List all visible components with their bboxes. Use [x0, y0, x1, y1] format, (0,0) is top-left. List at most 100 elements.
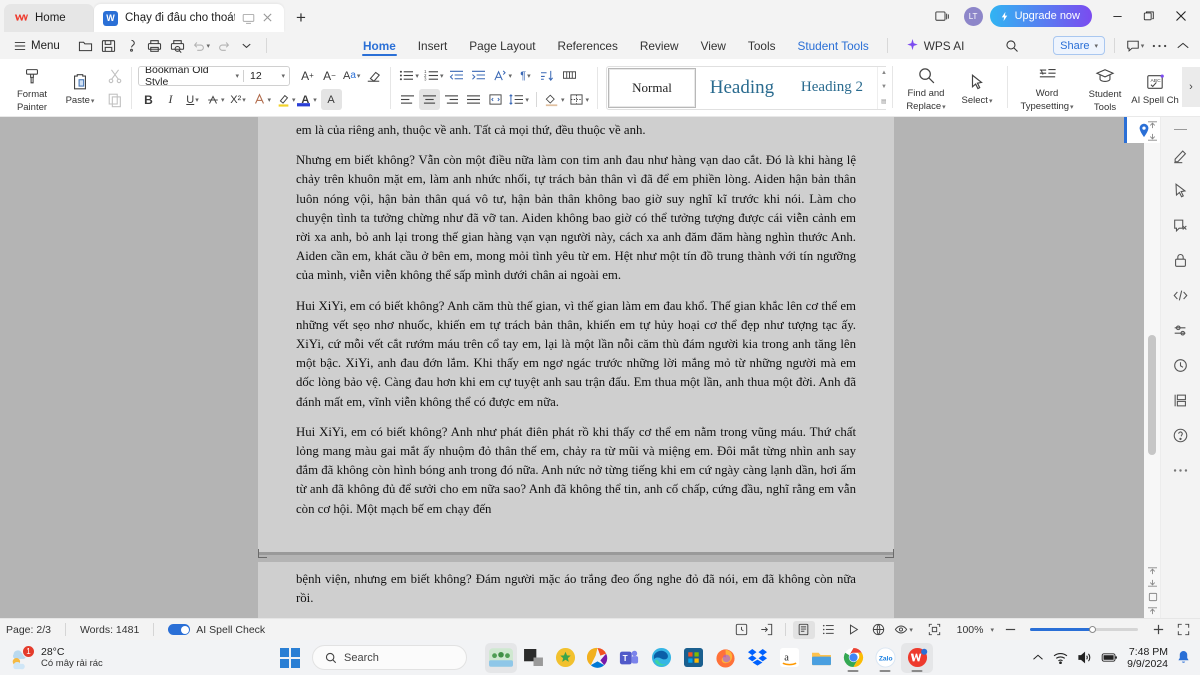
screens-icon[interactable] — [929, 3, 957, 29]
zoom-slider[interactable] — [1030, 626, 1138, 633]
microsoft-store-icon[interactable] — [677, 643, 709, 673]
find-and-replace-button[interactable]: Find and Replace▾ — [899, 61, 953, 113]
font-color-button[interactable]: A ▾ — [297, 89, 320, 110]
select-button[interactable]: Select▾ — [953, 68, 1001, 107]
cursor-select-icon[interactable] — [1167, 176, 1195, 204]
vertical-scrollbar[interactable] — [1144, 117, 1160, 618]
scroll-down-page-icon[interactable] — [1147, 606, 1158, 615]
collapse-ribbon-icon[interactable] — [1172, 35, 1194, 56]
outline-view-icon[interactable] — [818, 621, 840, 639]
style-normal[interactable]: Normal — [607, 67, 696, 108]
amazon-icon[interactable]: a — [773, 643, 805, 673]
superscript-button[interactable]: X² ▾ — [228, 89, 249, 110]
clear-format-icon[interactable] — [363, 65, 384, 86]
code-icon[interactable] — [1167, 281, 1195, 309]
taskbar-search[interactable]: Search — [312, 645, 467, 670]
decrease-indent-button[interactable] — [446, 65, 467, 86]
print-icon[interactable] — [144, 35, 166, 56]
ribbon-tab-view[interactable]: View — [690, 32, 737, 59]
grow-font-button[interactable]: A + — [297, 65, 318, 86]
zoom-level-label[interactable]: 100% ▾ — [957, 624, 994, 636]
show-formatting-marks-button[interactable]: ¶ ▾ — [515, 65, 536, 86]
export-icon[interactable] — [756, 621, 778, 639]
highlight-color-button[interactable]: ▾ — [274, 89, 298, 110]
scroll-up-page-icon[interactable] — [1147, 566, 1158, 575]
new-tab-button[interactable]: + — [288, 5, 314, 31]
document-page-2[interactable]: em là của riêng anh, thuộc về anh. Tất c… — [258, 117, 894, 618]
undo-icon[interactable]: ▾ — [190, 35, 212, 56]
wps-office-icon[interactable] — [901, 642, 933, 673]
open-folder-icon[interactable] — [75, 35, 97, 56]
browse-object-icon[interactable] — [1148, 592, 1158, 602]
microsoft-edge-icon[interactable] — [645, 643, 677, 673]
web-view-icon[interactable] — [868, 621, 890, 639]
volume-icon[interactable] — [1077, 651, 1092, 664]
file-explorer-dark-icon[interactable] — [517, 643, 549, 673]
microsoft-teams-icon[interactable]: T — [613, 643, 645, 673]
menu-button[interactable]: Menu — [9, 38, 65, 54]
tab-home[interactable]: Home — [4, 4, 94, 32]
word-typesetting-button[interactable]: Word Typesetting▾ — [1014, 61, 1080, 113]
copilot-icon[interactable] — [581, 643, 613, 673]
more-dots-icon[interactable] — [1167, 456, 1195, 484]
line-spacing-button[interactable]: ▾ — [507, 89, 531, 110]
delete-comment-icon[interactable] — [1167, 211, 1195, 239]
ribbon-tab-student-tools[interactable]: Student Tools — [786, 32, 879, 59]
bold-button[interactable]: B — [138, 89, 159, 110]
font-name-input[interactable]: Bookman Old Style ▾ — [139, 67, 243, 85]
task-view-icon[interactable] — [485, 642, 517, 673]
green-plus-app-icon[interactable] — [549, 643, 581, 673]
battery-icon[interactable] — [1101, 652, 1118, 663]
save-as-icon[interactable] — [121, 35, 143, 56]
increase-indent-button[interactable] — [468, 65, 489, 86]
history-clock-icon[interactable] — [1167, 351, 1195, 379]
zoom-in-button[interactable] — [1147, 621, 1169, 639]
fullscreen-icon[interactable] — [1172, 621, 1194, 639]
align-center-button[interactable] — [419, 89, 441, 110]
ai-spell-check-toggle[interactable]: AI Spell Check — [168, 624, 265, 636]
distributed-align-button[interactable] — [485, 89, 506, 110]
more-icon[interactable] — [1148, 35, 1170, 56]
justify-button[interactable] — [463, 89, 484, 110]
focus-view-icon[interactable] — [924, 621, 946, 639]
ribbon-tab-page-layout[interactable]: Page Layout — [458, 32, 546, 59]
eye-view-icon[interactable]: ▾ — [893, 621, 915, 639]
google-chrome-icon[interactable] — [837, 643, 869, 673]
reading-view-icon[interactable] — [843, 621, 865, 639]
distribute-button[interactable] — [559, 65, 580, 86]
notification-bell-icon[interactable] — [1177, 650, 1190, 665]
ribbon-tab-references[interactable]: References — [547, 32, 629, 59]
document-page-3[interactable]: bệnh viện, nhưng em biết không? Đám ngườ… — [258, 562, 894, 618]
monitor-icon[interactable] — [242, 12, 255, 25]
taskbar-clock[interactable]: 7:48 PM 9/9/2024 — [1127, 646, 1168, 670]
maximize-restore-button[interactable] — [1134, 0, 1164, 32]
borders-button[interactable]: ▾ — [567, 89, 591, 110]
zalo-icon[interactable]: Zalo — [869, 643, 901, 673]
student-tools-button[interactable]: Student Tools — [1080, 62, 1130, 113]
pen-highlight-icon[interactable] — [1167, 141, 1195, 169]
font-size-input[interactable]: 12 ▾ — [243, 69, 289, 82]
paste-button[interactable]: Paste▾ — [56, 68, 104, 107]
zoom-slider-handle[interactable] — [1089, 626, 1096, 633]
asian-layout-button[interactable]: ▾ — [490, 65, 514, 86]
share-button[interactable]: Share ▾ — [1053, 36, 1105, 55]
cut-icon[interactable] — [104, 65, 125, 86]
word-count-status[interactable]: Words: 1481 — [80, 624, 139, 636]
format-painter-button[interactable]: Format Painter — [8, 62, 56, 113]
underline-button[interactable]: U ▾ — [182, 89, 203, 110]
document-canvas[interactable]: em là của riêng anh, thuộc về anh. Tất c… — [0, 117, 1200, 618]
italic-button[interactable]: I — [160, 89, 181, 110]
text-effects-button[interactable]: ▾ — [250, 89, 274, 110]
change-case-button[interactable]: Aa ▾ — [341, 65, 362, 86]
upgrade-now-button[interactable]: Upgrade now — [989, 5, 1092, 27]
search-icon[interactable] — [1001, 35, 1023, 56]
qat-more-icon[interactable] — [236, 35, 258, 56]
ribbon-tab-tools[interactable]: Tools — [737, 32, 787, 59]
copy-icon[interactable] — [104, 89, 125, 110]
align-left-button[interactable] — [397, 89, 418, 110]
lock-icon[interactable] — [1167, 246, 1195, 274]
weather-widget[interactable]: 1 28°C Có mây rải rác — [0, 644, 270, 670]
show-hidden-icons[interactable] — [1032, 653, 1044, 662]
redo-icon[interactable] — [213, 35, 235, 56]
firefox-icon[interactable] — [709, 643, 741, 673]
